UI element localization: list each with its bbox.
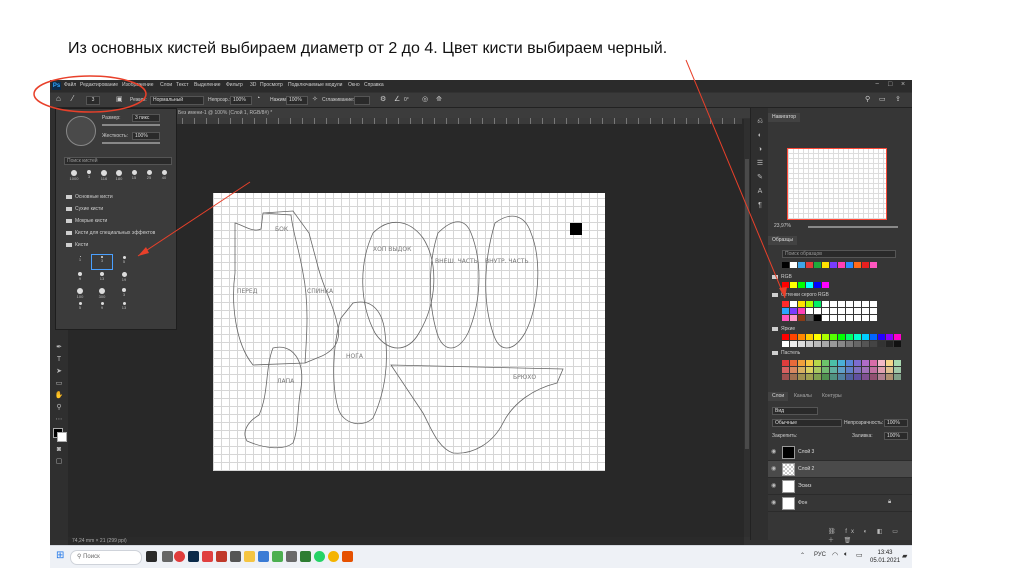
task-view-icon[interactable]	[146, 551, 157, 562]
notifications-icon[interactable]: ▰	[902, 552, 907, 560]
photoshop-taskbar-icon[interactable]	[188, 551, 199, 562]
volume-icon[interactable]: 🔈︎	[844, 551, 848, 559]
tray-chevron-icon[interactable]: ⌃	[800, 552, 805, 559]
illustrator-icon[interactable]	[216, 551, 227, 562]
annotation-overlay	[33, 59, 787, 299]
folder-icon[interactable]	[244, 551, 255, 562]
excel-icon[interactable]	[300, 551, 311, 562]
whatsapp-icon[interactable]	[314, 551, 325, 562]
search-icon: ⚲	[77, 554, 82, 560]
wifi-icon[interactable]: ◠	[832, 551, 838, 559]
app-icon-5[interactable]	[342, 551, 353, 562]
start-icon[interactable]: ⊞	[56, 550, 64, 561]
callout-arrow-brush	[137, 181, 251, 257]
taskbar-clock[interactable]: 13:43 05.01.2021	[870, 549, 900, 565]
callout-arrowhead	[779, 287, 787, 298]
app-icon-2[interactable]	[258, 551, 269, 562]
app-icon-4[interactable]	[286, 551, 297, 562]
acrobat-icon[interactable]	[202, 551, 213, 562]
callout-arrowhead	[138, 247, 149, 256]
callout-arrow-color	[685, 59, 786, 299]
taskbar-search[interactable]: ⚲ Поиск	[70, 550, 142, 565]
taskbar: ⊞ ⚲ Поиск ⌃ РУС ◠ 🔈︎ ▭ 13:43 05.01.2021 …	[50, 545, 912, 568]
opera-icon[interactable]	[174, 551, 185, 562]
language-indicator[interactable]: РУС	[814, 552, 826, 558]
app-icon[interactable]	[162, 551, 173, 562]
battery-icon[interactable]: ▭	[856, 551, 863, 559]
highlight-ellipse	[33, 75, 147, 113]
3d-app-icon[interactable]	[230, 551, 241, 562]
chrome-icon[interactable]	[328, 551, 339, 562]
app-icon-3[interactable]	[272, 551, 283, 562]
